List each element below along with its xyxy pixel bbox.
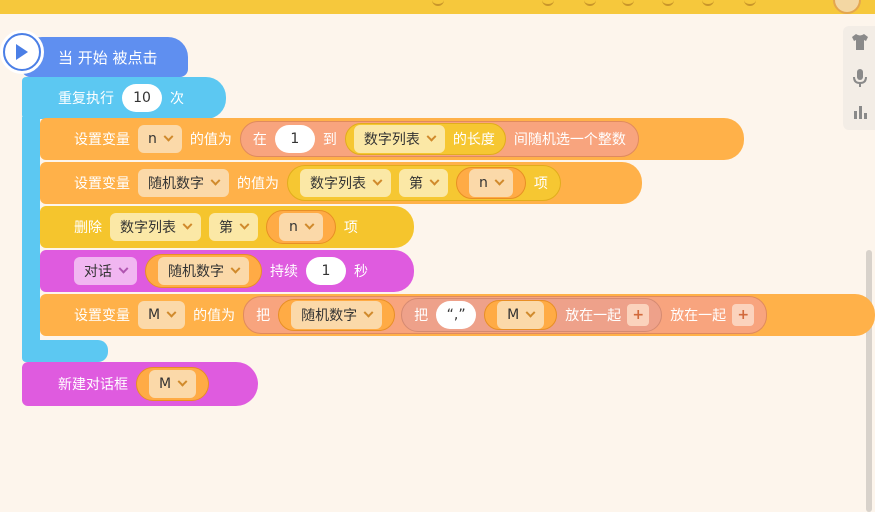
join-together-label: 放在一起 bbox=[670, 308, 727, 324]
hat-label: 当 开始 被点击 bbox=[58, 48, 158, 67]
star-icon[interactable] bbox=[432, 0, 444, 6]
list-dropdown[interactable]: 数字列表 bbox=[300, 169, 391, 197]
say-mode-dropdown[interactable]: 对话 bbox=[74, 257, 137, 285]
variable-dropdown[interactable]: M bbox=[497, 301, 545, 329]
list-length-reporter[interactable]: 数字列表 的长度 bbox=[344, 123, 506, 155]
value-label: 的值为 bbox=[193, 308, 236, 324]
toolbar-icon[interactable] bbox=[584, 0, 596, 6]
set-label: 设置变量 bbox=[74, 308, 130, 324]
inner-join-reporter[interactable]: 把 “,” M 放在一起 + bbox=[401, 298, 663, 332]
plus-icon[interactable]: + bbox=[627, 304, 650, 326]
say-for-seconds-block[interactable]: 对话 随机数字 持续 1 秒 bbox=[40, 250, 414, 292]
index-variable-reporter[interactable]: n bbox=[456, 167, 526, 199]
repeat-count-input[interactable]: 10 bbox=[122, 84, 162, 112]
start-flag-icon[interactable] bbox=[0, 30, 44, 74]
random-to-label: 到 bbox=[322, 132, 337, 148]
avatar[interactable] bbox=[833, 0, 861, 14]
microphone-icon[interactable] bbox=[847, 65, 873, 91]
variable-dropdown[interactable]: M bbox=[149, 370, 197, 398]
repeat-block[interactable]: 重复执行 10 次 bbox=[22, 77, 226, 119]
list-item-reporter[interactable]: 数字列表 第 n 项 bbox=[287, 165, 561, 201]
new-dialog-block[interactable]: 新建对话框 M bbox=[22, 362, 258, 406]
list-dropdown[interactable]: 数字列表 bbox=[110, 213, 201, 241]
join-label: 把 bbox=[414, 308, 429, 324]
index-variable-dropdown[interactable]: n bbox=[279, 213, 323, 241]
value-label: 的值为 bbox=[189, 132, 232, 148]
index-variable-dropdown[interactable]: n bbox=[469, 169, 513, 197]
toolbar-icon[interactable] bbox=[744, 0, 756, 6]
variable-dropdown[interactable]: n bbox=[138, 125, 182, 153]
repeat-suffix: 次 bbox=[170, 91, 184, 107]
set-variable-block[interactable]: 设置变量 随机数字 的值为 数字列表 第 n 项 bbox=[40, 162, 642, 204]
toolbar-icon[interactable] bbox=[662, 0, 674, 6]
set-variable-block[interactable]: 设置变量 n 的值为 在 1 到 数字列表 的长度 间随机选一个整数 bbox=[40, 118, 744, 160]
set-label: 设置变量 bbox=[74, 132, 130, 148]
join-together-label: 放在一起 bbox=[565, 308, 622, 324]
top-toolbar bbox=[0, 0, 875, 14]
item-dropdown[interactable]: 第 bbox=[399, 169, 448, 197]
bar-chart-icon[interactable] bbox=[847, 99, 873, 125]
item-suffix-label: 项 bbox=[533, 176, 548, 192]
variable-reporter[interactable]: 随机数字 bbox=[278, 299, 396, 331]
toolbar-icon[interactable] bbox=[702, 0, 714, 6]
text-input[interactable]: “,” bbox=[436, 301, 477, 329]
random-from-label: 在 bbox=[252, 132, 267, 148]
join-reporter[interactable]: 把 随机数字 把 “,” M 放在一起 + 放在一起 + bbox=[243, 296, 768, 334]
new-dialog-label: 新建对话框 bbox=[58, 377, 128, 393]
vertical-scrollbar[interactable] bbox=[866, 250, 872, 512]
random-min-input[interactable]: 1 bbox=[274, 125, 315, 153]
plus-icon[interactable]: + bbox=[732, 304, 755, 326]
delete-list-item-block[interactable]: 删除 数字列表 第 n 项 bbox=[40, 206, 414, 248]
length-label: 的长度 bbox=[452, 132, 495, 148]
variable-dropdown[interactable]: 随机数字 bbox=[291, 301, 383, 329]
random-range-reporter[interactable]: 在 1 到 数字列表 的长度 间随机选一个整数 bbox=[239, 121, 639, 157]
variable-dropdown[interactable]: 随机数字 bbox=[138, 169, 229, 197]
value-label: 的值为 bbox=[237, 176, 279, 192]
variable-reporter[interactable]: M bbox=[136, 367, 210, 401]
right-tool-panel bbox=[843, 26, 875, 130]
toolbar-icon[interactable] bbox=[622, 0, 634, 6]
repeat-block-arm bbox=[22, 117, 40, 343]
set-label: 设置变量 bbox=[74, 176, 130, 192]
repeat-label: 重复执行 bbox=[58, 91, 114, 107]
variable-reporter[interactable]: M bbox=[484, 300, 558, 330]
variable-dropdown[interactable]: 随机数字 bbox=[158, 257, 249, 285]
shirt-icon[interactable] bbox=[847, 29, 873, 55]
random-suffix-label: 间随机选一个整数 bbox=[513, 132, 626, 148]
variable-reporter[interactable]: 随机数字 bbox=[145, 254, 262, 288]
set-variable-block[interactable]: 设置变量 M 的值为 把 随机数字 把 “,” M 放在一起 + 放在一起 + bbox=[40, 294, 875, 336]
list-dropdown[interactable]: 数字列表 bbox=[353, 125, 445, 153]
variable-dropdown[interactable]: M bbox=[138, 301, 186, 329]
join-label: 把 bbox=[256, 308, 271, 324]
duration-label: 持续 bbox=[270, 264, 298, 280]
index-variable-reporter[interactable]: n bbox=[266, 210, 336, 244]
toolbar-icon[interactable] bbox=[542, 0, 554, 6]
seconds-unit-label: 秒 bbox=[354, 264, 368, 280]
item-dropdown[interactable]: 第 bbox=[209, 213, 258, 241]
item-suffix-label: 项 bbox=[343, 220, 358, 236]
seconds-input[interactable]: 1 bbox=[306, 257, 346, 285]
repeat-block-bottom bbox=[22, 340, 108, 362]
delete-label: 删除 bbox=[74, 220, 102, 236]
when-start-clicked-block[interactable]: 当 开始 被点击 bbox=[22, 37, 188, 77]
